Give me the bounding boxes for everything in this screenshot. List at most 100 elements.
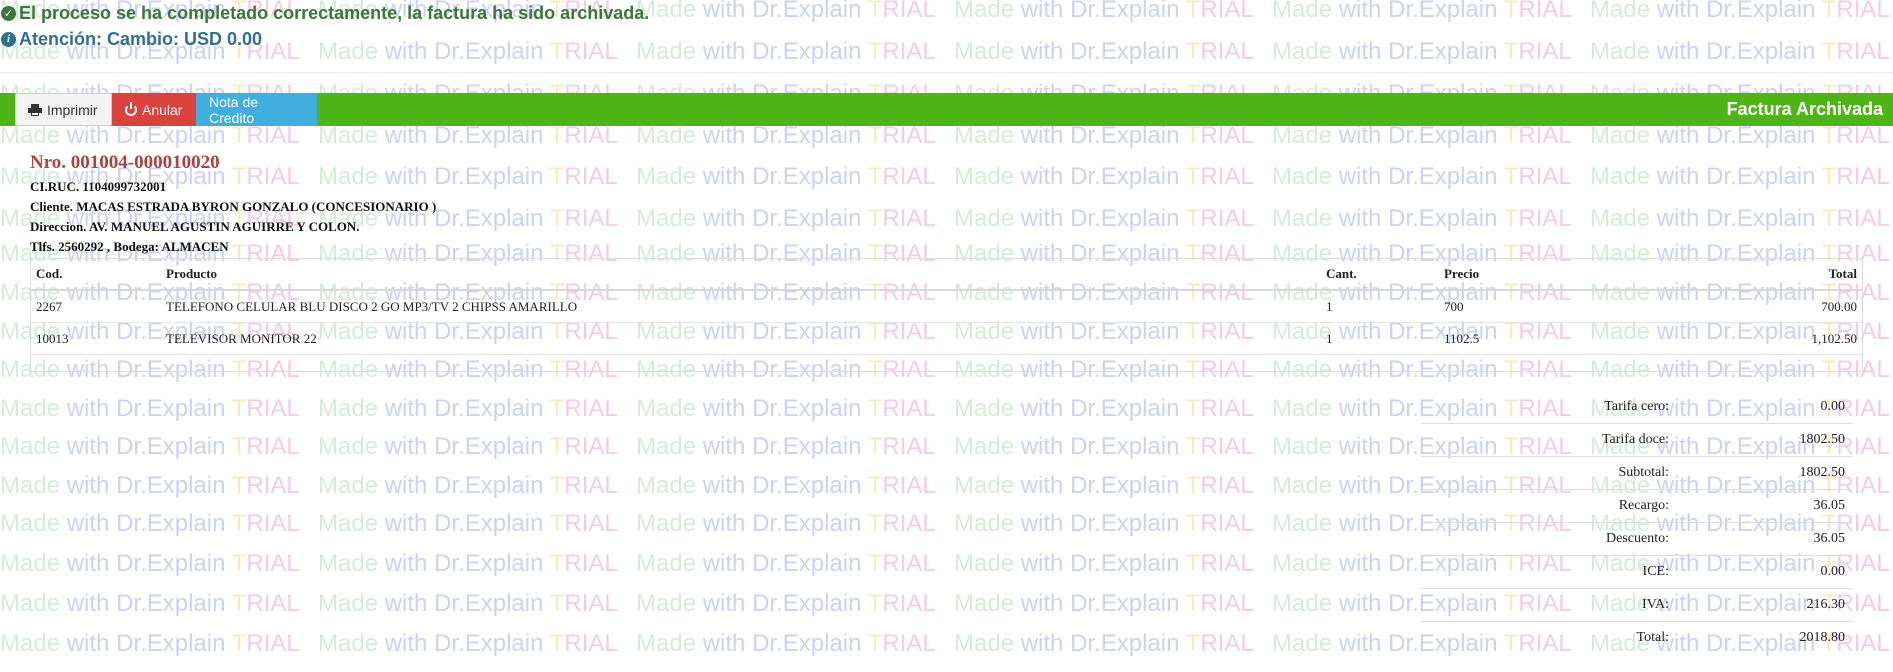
watermark-text: Made with Dr.Explain TRIAL xyxy=(636,433,936,460)
totals-value: 0.00 xyxy=(1820,398,1846,414)
watermark-text: Made with Dr.Explain TRIAL xyxy=(954,510,1254,537)
totals-row: Recargo: 36.05 xyxy=(1421,489,1853,522)
totals-row: ICE: 0.00 xyxy=(1421,555,1853,588)
watermark-text: Made with Dr.Explain TRIAL xyxy=(0,122,300,149)
watermark-text: Made with Dr.Explain TRIAL xyxy=(954,0,1254,23)
watermark-text: Made with Dr.Explain TRIAL xyxy=(954,550,1254,577)
watermark-text: Made with Dr.Explain TRIAL xyxy=(0,395,300,422)
totals-value: 1802.50 xyxy=(1799,432,1846,447)
cell-quantity: 1 xyxy=(1321,322,1439,355)
watermark-text: Made with Dr.Explain TRIAL xyxy=(0,433,300,460)
cell-total: 1,102.50 xyxy=(1689,322,1862,355)
credit-note-button-label: Nota de Credito xyxy=(209,93,259,126)
cell-total: 700.00 xyxy=(1689,290,1862,323)
check-circle-icon: ✓ xyxy=(1,6,16,21)
watermark-text: Made with Dr.Explain TRIAL xyxy=(0,472,300,499)
watermark-text: Made with Dr.Explain TRIAL xyxy=(1272,38,1572,65)
watermark-text: Made with Dr.Explain TRIAL xyxy=(636,205,936,232)
totals-summary: Tarifa cero: 0.00 Tarifa doce: 1802.50 S… xyxy=(1421,390,1853,654)
print-button[interactable]: Imprimir xyxy=(15,93,112,126)
divider xyxy=(0,72,1893,73)
info-alert: i Atención: Cambio: USD 0.00 xyxy=(1,29,262,50)
totals-label: Recargo: xyxy=(1618,498,1669,513)
watermark-text: Made with Dr.Explain TRIAL xyxy=(1590,163,1890,190)
totals-value: 1802.50 xyxy=(1799,465,1846,480)
totals-row: Subtotal: 1802.50 xyxy=(1421,456,1853,489)
watermark-text: Made with Dr.Explain TRIAL xyxy=(1272,0,1572,23)
watermark-text: Made with Dr.Explain TRIAL xyxy=(0,510,300,537)
cell-product: TELEFONO CELULAR BLU DISCO 2 GO MP3/TV 2… xyxy=(161,290,1321,323)
watermark-row: Made with Dr.Explain TRIAL Made with Dr.E… xyxy=(0,163,1893,191)
totals-value: 216.30 xyxy=(1806,597,1846,612)
watermark-text: Made with Dr.Explain TRIAL xyxy=(954,630,1254,657)
watermark-text: Made with Dr.Explain TRIAL xyxy=(954,38,1254,65)
totals-value: 36.05 xyxy=(1813,531,1846,546)
invoice-number: Nro. 001004-000010020 xyxy=(30,152,220,173)
watermark-text: Made with Dr.Explain TRIAL xyxy=(0,630,300,657)
watermark-row: Made with Dr.Explain TRIAL Made with Dr.E… xyxy=(0,38,1893,66)
watermark-text: Made with Dr.Explain TRIAL xyxy=(636,395,936,422)
invoice-toolbar: Imprimir Anular Nota de Credito Factura … xyxy=(0,93,1893,126)
watermark-text: Made with Dr.Explain TRIAL xyxy=(0,550,300,577)
success-message: El proceso se ha completado correctament… xyxy=(19,3,650,23)
info-circle-icon: i xyxy=(1,32,16,47)
totals-value: 2018.80 xyxy=(1799,630,1846,645)
cell-code: 2267 xyxy=(31,290,161,323)
table-header-row: Cod. Producto Cant. Precio Total xyxy=(31,259,1862,291)
client-ruc: CI.RUC. 1104099732001 xyxy=(30,179,167,194)
watermark-text: Made with Dr.Explain TRIAL xyxy=(1590,122,1890,149)
void-button-label: Anular xyxy=(142,101,183,118)
watermark-text: Made with Dr.Explain TRIAL xyxy=(318,395,618,422)
watermark-text: Made with Dr.Explain TRIAL xyxy=(954,163,1254,190)
totals-row: Tarifa cero: 0.00 xyxy=(1421,390,1853,423)
col-header-total: Total xyxy=(1689,259,1862,291)
totals-label: Tarifa cero: xyxy=(1604,398,1669,414)
printer-icon xyxy=(28,103,42,116)
col-header-code: Cod. xyxy=(31,259,161,291)
cell-code: 10013 xyxy=(31,322,161,355)
void-button[interactable]: Anular xyxy=(112,93,196,126)
table-row: 2267 TELEFONO CELULAR BLU DISCO 2 GO MP3… xyxy=(31,290,1862,323)
totals-label: ICE: xyxy=(1642,564,1669,579)
info-message: Atención: Cambio: USD 0.00 xyxy=(19,29,263,49)
totals-label: Tarifa doce: xyxy=(1601,432,1669,447)
credit-note-button[interactable]: Nota de Credito xyxy=(196,93,317,126)
cell-price: 700 xyxy=(1439,290,1689,323)
invoice-status-title: Factura Archivada xyxy=(1726,99,1883,119)
watermark-text: Made with Dr.Explain TRIAL xyxy=(636,163,936,190)
totals-row: Descuento: 36.05 xyxy=(1421,522,1853,555)
watermark-text: Made with Dr.Explain TRIAL xyxy=(318,472,618,499)
items-table: Cod. Producto Cant. Precio Total 2267 TE… xyxy=(31,259,1862,355)
watermark-text: Made with Dr.Explain TRIAL xyxy=(1272,163,1572,190)
cell-quantity: 1 xyxy=(1321,290,1439,323)
col-header-quantity: Cant. xyxy=(1321,259,1439,291)
watermark-text: Made with Dr.Explain TRIAL xyxy=(636,0,936,23)
totals-row: Tarifa doce: 1802.50 xyxy=(1421,423,1853,456)
cell-product: TELEVISOR MONITOR 22 xyxy=(161,322,1321,355)
totals-label: IVA: xyxy=(1642,597,1669,612)
watermark-row: Made with Dr.Explain TRIAL Made with Dr.E… xyxy=(0,122,1893,150)
watermark-text: Made with Dr.Explain TRIAL xyxy=(954,472,1254,499)
watermark-text: Made with Dr.Explain TRIAL xyxy=(318,433,618,460)
totals-label: Subtotal: xyxy=(1618,465,1669,480)
watermark-text: Made with Dr.Explain TRIAL xyxy=(0,590,300,617)
watermark-text: Made with Dr.Explain TRIAL xyxy=(954,122,1254,149)
watermark-text: Made with Dr.Explain TRIAL xyxy=(1272,122,1572,149)
watermark-text: Made with Dr.Explain TRIAL xyxy=(954,433,1254,460)
col-header-price: Precio xyxy=(1439,259,1689,291)
watermark-text: Made with Dr.Explain TRIAL xyxy=(318,163,618,190)
power-icon xyxy=(125,101,137,116)
watermark-text: Made with Dr.Explain TRIAL xyxy=(318,550,618,577)
watermark-text: Made with Dr.Explain TRIAL xyxy=(318,38,618,65)
client-name: Cliente. MACAS ESTRADA BYRON GONZALO (CO… xyxy=(30,199,437,214)
watermark-text: Made with Dr.Explain TRIAL xyxy=(1590,38,1890,65)
watermark-text: Made with Dr.Explain TRIAL xyxy=(636,550,936,577)
totals-value: 0.00 xyxy=(1820,564,1846,579)
cell-price: 1102.5 xyxy=(1439,322,1689,355)
watermark-text: Made with Dr.Explain TRIAL xyxy=(1590,205,1890,232)
totals-label: Total: xyxy=(1636,630,1669,645)
watermark-text: Made with Dr.Explain TRIAL xyxy=(954,205,1254,232)
watermark-text: Made with Dr.Explain TRIAL xyxy=(636,472,936,499)
watermark-text: Made with Dr.Explain TRIAL xyxy=(636,122,936,149)
col-header-product: Producto xyxy=(161,259,1321,291)
